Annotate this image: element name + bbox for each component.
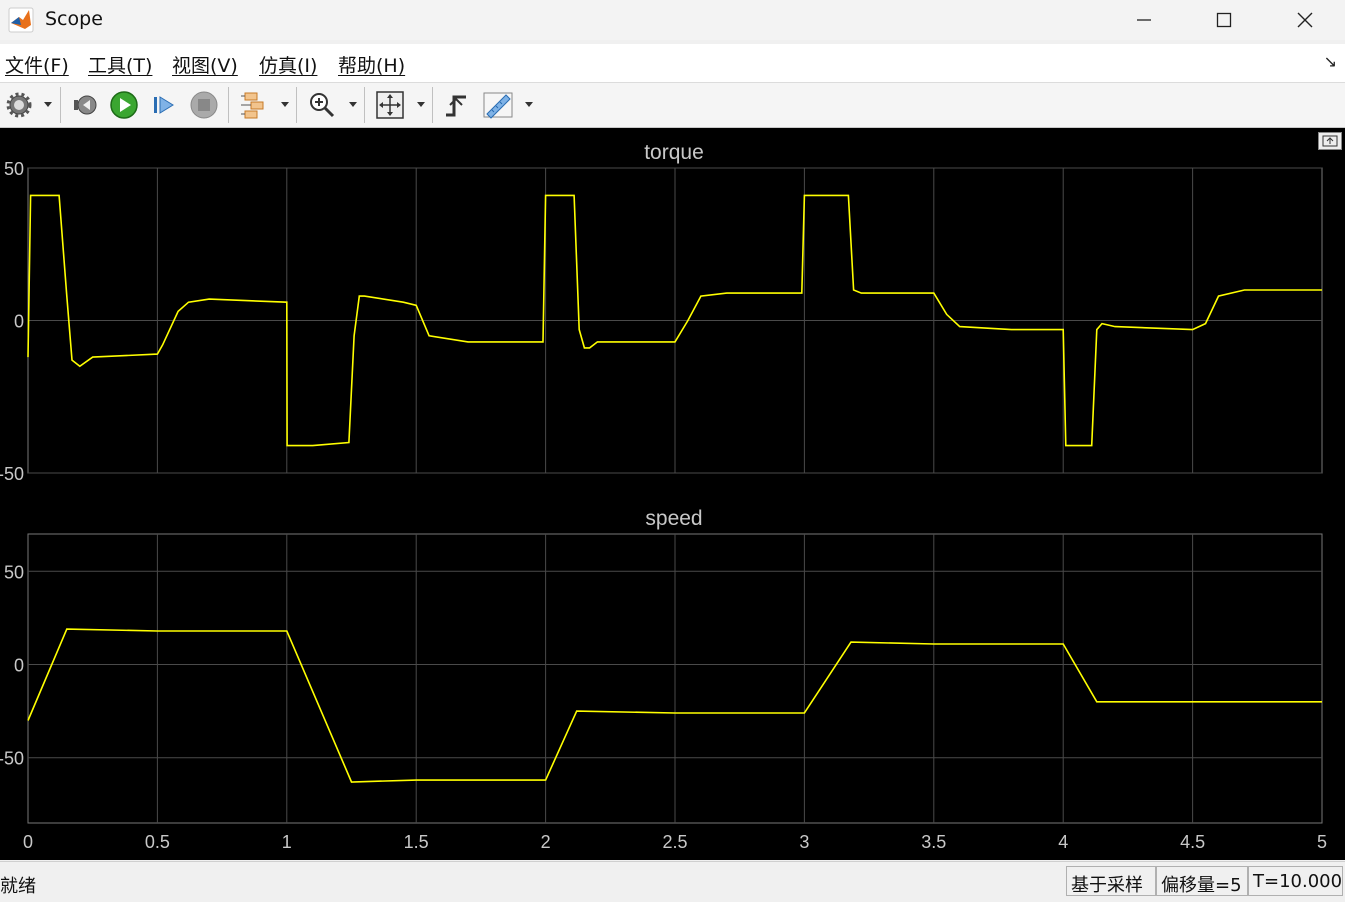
fit-dropdown[interactable] (417, 102, 425, 107)
scope-plot-area: 50 0 -50 torque 50 0 -50 0 0.5 1 1.5 2 2.5 3 3.5 4 4.… (0, 128, 1345, 860)
speed-axes[interactable]: 50 0 -50 0 0.5 1 1.5 2 2.5 3 3.5 4 4.5 5 speed (0, 507, 1327, 852)
measurements-dropdown[interactable] (525, 102, 533, 107)
torque-axes[interactable]: 50 0 -50 torque (0, 141, 1323, 484)
menu-tools[interactable]: 工具(T) (88, 51, 152, 78)
x-tick-label: 2 (541, 832, 551, 852)
settings-dropdown[interactable] (44, 102, 52, 107)
y-tick-label: -50 (0, 749, 24, 769)
step-forward-button[interactable] (148, 89, 180, 121)
triggers-icon (446, 95, 466, 117)
measurements-icon (483, 92, 513, 119)
gear-icon (6, 92, 32, 118)
zoom-button[interactable] (306, 89, 338, 121)
minimize-button[interactable] (1104, 0, 1184, 40)
status-sample-based: 基于采样 (1066, 866, 1156, 896)
measurements-button[interactable] (482, 89, 514, 121)
undock-icon (1322, 135, 1338, 147)
menu-view[interactable]: 视图(V) (172, 51, 238, 78)
scope-plots: 50 0 -50 torque 50 0 -50 0 0.5 1 1.5 2 2.5 3 3.5 4 4.… (0, 141, 1327, 852)
y-tick-label: 50 (4, 562, 24, 582)
menu-bar: 文件(F) 工具(T) 视图(V) 仿真(I) 帮助(H) ↘ (0, 44, 1345, 83)
zoom-dropdown[interactable] (349, 102, 357, 107)
fit-to-view-icon (376, 91, 404, 119)
torque-y-ticks: 50 0 -50 (0, 159, 24, 484)
step-back-icon (74, 95, 97, 115)
torque-title: torque (644, 141, 704, 164)
step-forward-icon (154, 96, 174, 114)
highlight-block-icon (241, 92, 264, 119)
speed-y-ticks: 50 0 -50 (0, 562, 24, 768)
separator (296, 87, 297, 123)
matlab-icon (8, 7, 34, 33)
dock-arrow-icon[interactable]: ↘ (1324, 52, 1337, 71)
menu-file[interactable]: 文件(F) (5, 51, 69, 78)
x-tick-label: 3 (799, 832, 809, 852)
menu-simulation[interactable]: 仿真(I) (259, 51, 317, 78)
x-tick-label: 3.5 (921, 832, 946, 852)
maximize-icon (1216, 12, 1232, 28)
status-bar: 就绪 基于采样 偏移量=5 T=10.000 (0, 861, 1345, 902)
run-button[interactable] (108, 89, 140, 121)
undock-button[interactable] (1318, 132, 1342, 150)
separator (228, 87, 229, 123)
zoom-in-icon (310, 93, 335, 118)
status-ready: 就绪 (0, 876, 36, 897)
close-icon (1297, 12, 1313, 28)
fit-to-view-button[interactable] (374, 89, 406, 121)
x-tick-label: 2.5 (662, 832, 687, 852)
menu-help[interactable]: 帮助(H) (338, 51, 405, 78)
run-icon (110, 91, 138, 119)
y-tick-label: 50 (4, 159, 24, 179)
x-tick-label: 0 (23, 832, 33, 852)
speed-title: speed (645, 507, 702, 530)
x-tick-label: 1 (282, 832, 292, 852)
title-bar: Scope (0, 0, 1345, 40)
close-button[interactable] (1265, 0, 1345, 40)
stop-button[interactable] (188, 89, 220, 121)
window-title: Scope (45, 8, 103, 30)
status-offset: 偏移量=5 (1156, 866, 1248, 896)
triggers-button[interactable] (440, 89, 472, 121)
x-tick-label: 0.5 (145, 832, 170, 852)
x-tick-label: 1.5 (404, 832, 429, 852)
stop-icon (190, 91, 218, 119)
maximize-button[interactable] (1184, 0, 1264, 40)
minimize-icon (1137, 19, 1151, 21)
y-tick-label: -50 (0, 464, 24, 484)
y-tick-label: 0 (14, 656, 24, 676)
x-tick-label: 4 (1058, 832, 1068, 852)
x-tick-label: 4.5 (1180, 832, 1205, 852)
status-time: T=10.000 (1248, 866, 1343, 896)
step-back-button[interactable] (69, 89, 101, 121)
x-tick-label: 5 (1317, 832, 1327, 852)
highlight-block-button[interactable] (238, 89, 270, 121)
settings-button[interactable] (3, 89, 35, 121)
toolbar (0, 83, 1345, 128)
speed-x-ticks: 0 0.5 1 1.5 2 2.5 3 3.5 4 4.5 5 (23, 832, 1327, 852)
separator (432, 87, 433, 123)
y-tick-label: 0 (14, 312, 24, 332)
highlight-dropdown[interactable] (281, 102, 289, 107)
separator (364, 87, 365, 123)
separator (60, 87, 61, 123)
